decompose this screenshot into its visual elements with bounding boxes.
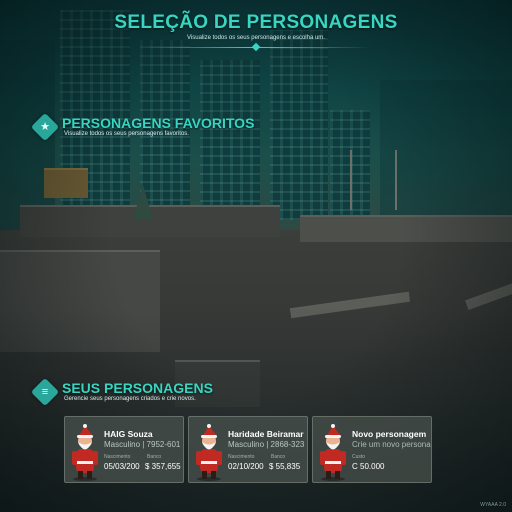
character-name: Haridade Beiramar	[228, 429, 304, 439]
santa-avatar	[196, 424, 222, 481]
header-divider	[141, 42, 371, 52]
birth-value: 05/03/200	[104, 462, 140, 471]
page-title: SELEÇÃO DE PERSONAGENS	[114, 12, 398, 33]
diamond-icon	[251, 42, 261, 52]
santa-avatar	[320, 424, 346, 481]
character-meta: Masculino | 7952-601	[104, 440, 181, 449]
birth-value: 02/10/200	[228, 462, 264, 471]
cost-value: C 50.000	[352, 462, 385, 471]
favorites-subtitle: Visualize todos os seus personagens favo…	[64, 131, 189, 137]
santa-avatar	[72, 424, 98, 481]
star-icon: ★	[30, 112, 60, 142]
bank-value: $ 55,835	[269, 462, 301, 471]
bank-label: Banco	[147, 454, 162, 460]
birth-label: Nascimento	[228, 454, 255, 460]
character-meta: Masculino | 2868-323	[228, 440, 305, 449]
birth-label: Nascimento	[104, 454, 131, 460]
my-characters-subtitle: Gerencie seus personagens criados e crie…	[64, 396, 196, 402]
character-card[interactable]: Haridade Beiramar Masculino | 2868-323 N…	[188, 416, 308, 483]
bank-value: $ 357,655	[145, 462, 181, 471]
list-icon: ≡	[30, 377, 60, 407]
character-cards: HAIG Souza Masculino | 7952-601 Nascimen…	[64, 416, 432, 483]
page-header: SELEÇÃO DE PERSONAGENS Visualize todos o…	[0, 12, 512, 52]
favorites-title: PERSONAGENS FAVORITOS	[62, 115, 255, 131]
character-name: HAIG Souza	[104, 429, 153, 439]
character-card[interactable]: HAIG Souza Masculino | 7952-601 Nascimen…	[64, 416, 184, 483]
cost-label: Custo	[352, 454, 366, 460]
version-label: WYAAA 2.0	[480, 502, 506, 508]
bank-label: Banco	[271, 454, 286, 460]
new-character-card[interactable]: Novo personagem Crie um novo personagem.…	[312, 416, 432, 483]
new-character-title: Novo personagem	[352, 429, 427, 439]
my-characters-title: SEUS PERSONAGENS	[62, 380, 213, 396]
page-subtitle: Visualize todos os seus personagens e es…	[187, 35, 325, 41]
new-character-description: Crie um novo personagem.	[352, 440, 431, 449]
